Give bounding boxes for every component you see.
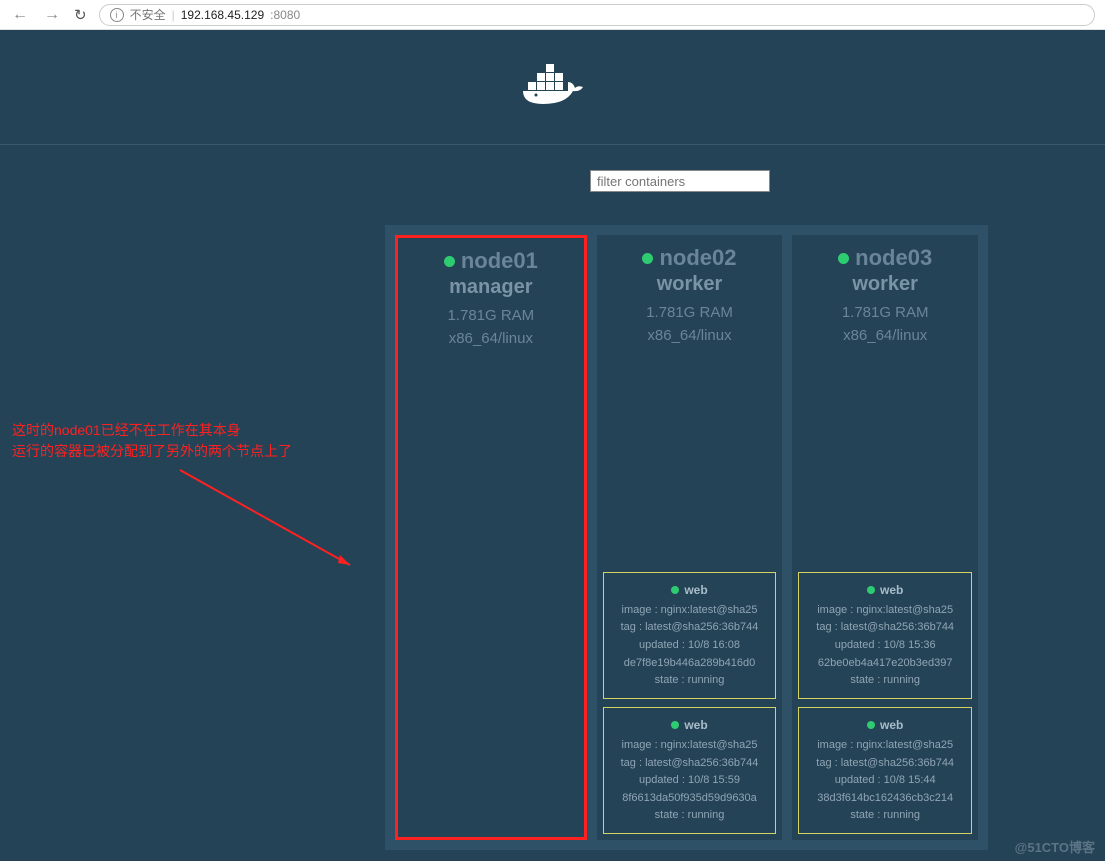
info-icon[interactable]: i (110, 8, 124, 22)
docker-logo-icon (518, 62, 588, 112)
node-role: manager (449, 276, 532, 299)
address-ip: 192.168.45.129 (181, 8, 264, 22)
container-card[interactable]: web image : nginx:latest@sha25tag : lates… (798, 572, 972, 699)
node-role: worker (657, 273, 723, 296)
page-header (0, 30, 1105, 145)
container-name: web (608, 581, 772, 600)
node-column[interactable]: node02worker 1.781G RAM x86_64/linuxweb ima… (597, 235, 783, 840)
node-arch: x86_64/linux (843, 327, 927, 344)
container-card[interactable]: web image : nginx:latest@sha25tag : lates… (798, 707, 972, 834)
reload-icon[interactable]: ↻ (74, 6, 87, 24)
browser-bar: ← → ↻ i 不安全 | 192.168.45.129:8080 (0, 0, 1105, 30)
status-dot-icon (671, 721, 679, 729)
container-updated: updated : 10/8 15:36 (803, 637, 967, 655)
containers-area (398, 357, 584, 837)
annotation-line2: 运行的容器已被分配到了另外的两个节点上了 (12, 441, 292, 462)
container-hash: 38d3f614bc162436cb3c214 (803, 790, 967, 808)
node-arch: x86_64/linux (449, 330, 533, 347)
node-name: node02 (642, 245, 736, 271)
container-card[interactable]: web image : nginx:latest@sha25tag : lates… (603, 572, 777, 699)
node-name: node03 (838, 245, 932, 271)
node-ram: 1.781G RAM (447, 307, 534, 324)
status-dot-icon (444, 256, 455, 267)
container-image: image : nginx:latest@sha25 (608, 602, 772, 620)
container-card[interactable]: web image : nginx:latest@sha25tag : lates… (603, 707, 777, 834)
back-icon[interactable]: ← (10, 6, 30, 24)
node-column[interactable]: node03worker 1.781G RAM x86_64/linuxweb ima… (792, 235, 978, 840)
container-hash: 62be0eb4a417e20b3ed397 (803, 655, 967, 673)
container-updated: updated : 10/8 15:44 (803, 772, 967, 790)
container-name: web (803, 581, 967, 600)
node-arch: x86_64/linux (647, 327, 731, 344)
address-port: :8080 (270, 8, 300, 22)
containers-area: webimage : nginx:latest@sha25tag : lates… (597, 354, 783, 840)
container-image: image : nginx:latest@sha25 (803, 602, 967, 620)
node-role: worker (852, 273, 918, 296)
container-name: web (608, 716, 772, 735)
container-tag: tag : latest@sha256:36b744 (608, 755, 772, 773)
node-ram: 1.781G RAM (842, 304, 929, 321)
node-column[interactable]: node01manager 1.781G RAM x86_64/linux (395, 235, 587, 840)
container-tag: tag : latest@sha256:36b744 (803, 755, 967, 773)
container-image: image : nginx:latest@sha25 (803, 737, 967, 755)
annotation-arrow-icon (170, 460, 380, 585)
container-hash: de7f8e19b446a289b416d0 (608, 655, 772, 673)
filter-input[interactable] (590, 170, 770, 192)
status-dot-icon (838, 253, 849, 264)
containers-area: webimage : nginx:latest@sha25tag : lates… (792, 354, 978, 840)
page-body: node01manager1.781G RAMx86_64/linuxnode0… (0, 30, 1105, 861)
container-tag: tag : latest@sha256:36b744 (803, 619, 967, 637)
status-dot-icon (867, 586, 875, 594)
watermark: @51CTO博客 (1015, 837, 1095, 856)
container-state: state : running (803, 672, 967, 690)
container-name: web (803, 716, 967, 735)
status-dot-icon (642, 253, 653, 264)
node-ram: 1.781G RAM (646, 304, 733, 321)
container-state: state : running (803, 807, 967, 825)
container-updated: updated : 10/8 15:59 (608, 772, 772, 790)
container-tag: tag : latest@sha256:36b744 (608, 619, 772, 637)
status-dot-icon (671, 586, 679, 594)
container-hash: 8f6613da50f935d59d9630a (608, 790, 772, 808)
container-updated: updated : 10/8 16:08 (608, 637, 772, 655)
forward-icon[interactable]: → (42, 6, 62, 24)
annotation-text: 这时的node01已经不在工作在其本身 运行的容器已被分配到了另外的两个节点上了 (12, 420, 292, 462)
nodes-container: node01manager1.781G RAMx86_64/linuxnode0… (385, 225, 988, 850)
container-state: state : running (608, 672, 772, 690)
annotation-line1: 这时的node01已经不在工作在其本身 (12, 420, 292, 441)
node-name-label: node03 (855, 245, 932, 271)
node-name: node01 (444, 248, 538, 274)
node-name-label: node01 (461, 248, 538, 274)
container-state: state : running (608, 807, 772, 825)
address-bar[interactable]: i 不安全 | 192.168.45.129:8080 (99, 4, 1095, 26)
node-name-label: node02 (659, 245, 736, 271)
insecure-label: 不安全 (130, 6, 166, 23)
status-dot-icon (867, 721, 875, 729)
container-image: image : nginx:latest@sha25 (608, 737, 772, 755)
